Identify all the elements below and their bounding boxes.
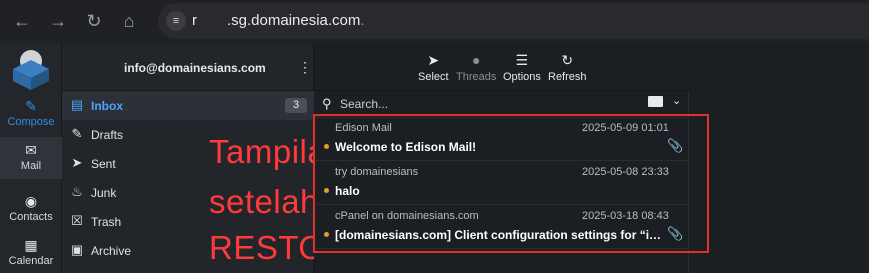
app-sidebar: ✎ Compose ✉ Mail ◉ Contacts ▦ Calendar [0, 43, 62, 273]
message-row[interactable]: Edison Mail 2025-05-09 01:01 Welcome to … [314, 118, 689, 161]
pencil-icon: ✎ [71, 126, 83, 141]
paperclip-icon: 📎 [667, 138, 684, 153]
kebab-menu-icon[interactable]: ⋮ [298, 59, 312, 75]
toolbar-label: Options [503, 71, 541, 83]
reload-icon[interactable]: ↻ [83, 10, 105, 32]
preview-pane [689, 43, 869, 273]
toolbar-label: Refresh [548, 71, 587, 83]
chevron-down-icon[interactable]: ⌄ [672, 94, 681, 107]
paperclip-icon: 📎 [667, 226, 684, 241]
folder-label: Junk [91, 186, 117, 200]
sliders-icon: ☰ [515, 52, 529, 68]
folder-panel: info@domainesians.com ⋮ ▤ Inbox 3 ✎ Draf… [62, 43, 371, 273]
unread-dot-icon [324, 232, 329, 237]
search-input[interactable] [340, 95, 630, 113]
site-info-icon[interactable]: ≡ [166, 11, 186, 31]
message-date: 2025-05-08 23:33 [582, 166, 669, 178]
folder-label: Inbox [91, 99, 123, 113]
toolbar-label: Select [418, 71, 449, 83]
options-button[interactable]: ☰ Options [503, 51, 541, 83]
webmail-app: ✎ Compose ✉ Mail ◉ Contacts ▦ Calendar i… [0, 43, 869, 273]
message-subject: [domainesians.com] Client configuration … [335, 228, 665, 242]
envelope-icon[interactable] [648, 96, 663, 107]
message-row[interactable]: try domainesians 2025-05-08 23:33 halo [314, 162, 689, 205]
message-sender: cPanel on domainesians.com [335, 210, 479, 222]
fire-icon: ♨ [71, 184, 83, 199]
folder-label: Sent [91, 157, 116, 171]
folder-inbox[interactable]: ▤ Inbox 3 [62, 91, 314, 120]
message-list: ⚲ ⌄ Edison Mail 2025-05-09 01:01 Welcome… [314, 91, 689, 273]
message-row[interactable]: cPanel on domainesians.com 2025-03-18 08… [314, 206, 689, 249]
back-icon[interactable]: ← [11, 10, 33, 32]
account-email: info@domainesians.com [124, 61, 266, 75]
refresh-icon: ↻ [561, 52, 574, 68]
annotation-text: setelah [209, 183, 319, 220]
envelope-icon: ✉ [25, 142, 37, 158]
chat-bubbles-icon: ● [471, 52, 481, 68]
nav-calendar[interactable]: ▦ Calendar [0, 232, 62, 273]
message-date: 2025-03-18 08:43 [582, 210, 669, 222]
browser-toolbar: ← → ↻ ⌂ ≡ r .sg.domainesia.com. [0, 0, 869, 43]
unread-count-badge: 3 [285, 98, 307, 113]
archive-icon: ▣ [70, 242, 84, 257]
account-header: info@domainesians.com ⋮ [62, 43, 314, 91]
message-sender: Edison Mail [335, 122, 392, 134]
message-sender: try domainesians [335, 166, 419, 178]
inbox-icon: ▤ [70, 97, 84, 112]
mail-toolbar: ➤ Select ● Threads ☰ Options ↻ Refresh [314, 43, 689, 91]
message-subject: halo [335, 184, 360, 198]
message-date: 2025-05-09 01:01 [582, 122, 669, 134]
search-bar: ⚲ ⌄ [314, 91, 689, 118]
unread-dot-icon [324, 144, 329, 149]
contacts-label: Contacts [9, 211, 53, 223]
url-text: r .sg.domainesia.com. [192, 12, 365, 29]
nav-mail[interactable]: ✉ Mail [0, 137, 62, 179]
threads-button[interactable]: ● Threads [456, 51, 496, 83]
roundcube-logo [13, 50, 49, 90]
search-icon: ⚲ [322, 96, 332, 111]
message-subject: Welcome to Edison Mail! [335, 140, 477, 154]
address-bar[interactable]: ≡ r .sg.domainesia.com. [158, 3, 869, 39]
folder-label: Archive [91, 244, 132, 258]
compose-label: Compose [7, 116, 55, 128]
cursor-icon: ➤ [427, 52, 440, 68]
pencil-square-icon: ✎ [25, 98, 37, 114]
compose-button[interactable]: ✎ Compose [0, 93, 62, 135]
folder-label: Drafts [91, 128, 124, 142]
home-icon[interactable]: ⌂ [118, 10, 140, 32]
calendar-label: Calendar [8, 255, 54, 267]
refresh-button[interactable]: ↻ Refresh [548, 51, 587, 83]
select-button[interactable]: ➤ Select [418, 51, 449, 83]
forward-icon[interactable]: → [47, 10, 69, 32]
people-icon: ◉ [24, 193, 38, 209]
mail-main: ➤ Select ● Threads ☰ Options ↻ Refresh ⚲… [314, 43, 869, 273]
trash-icon: ☒ [71, 213, 83, 228]
toolbar-label: Threads [456, 71, 497, 83]
nav-contacts[interactable]: ◉ Contacts [0, 188, 62, 230]
paper-plane-icon: ➤ [71, 155, 83, 170]
mail-label: Mail [20, 160, 42, 172]
folder-label: Trash [91, 215, 122, 229]
unread-dot-icon [324, 188, 329, 193]
calendar-icon: ▦ [24, 237, 38, 253]
